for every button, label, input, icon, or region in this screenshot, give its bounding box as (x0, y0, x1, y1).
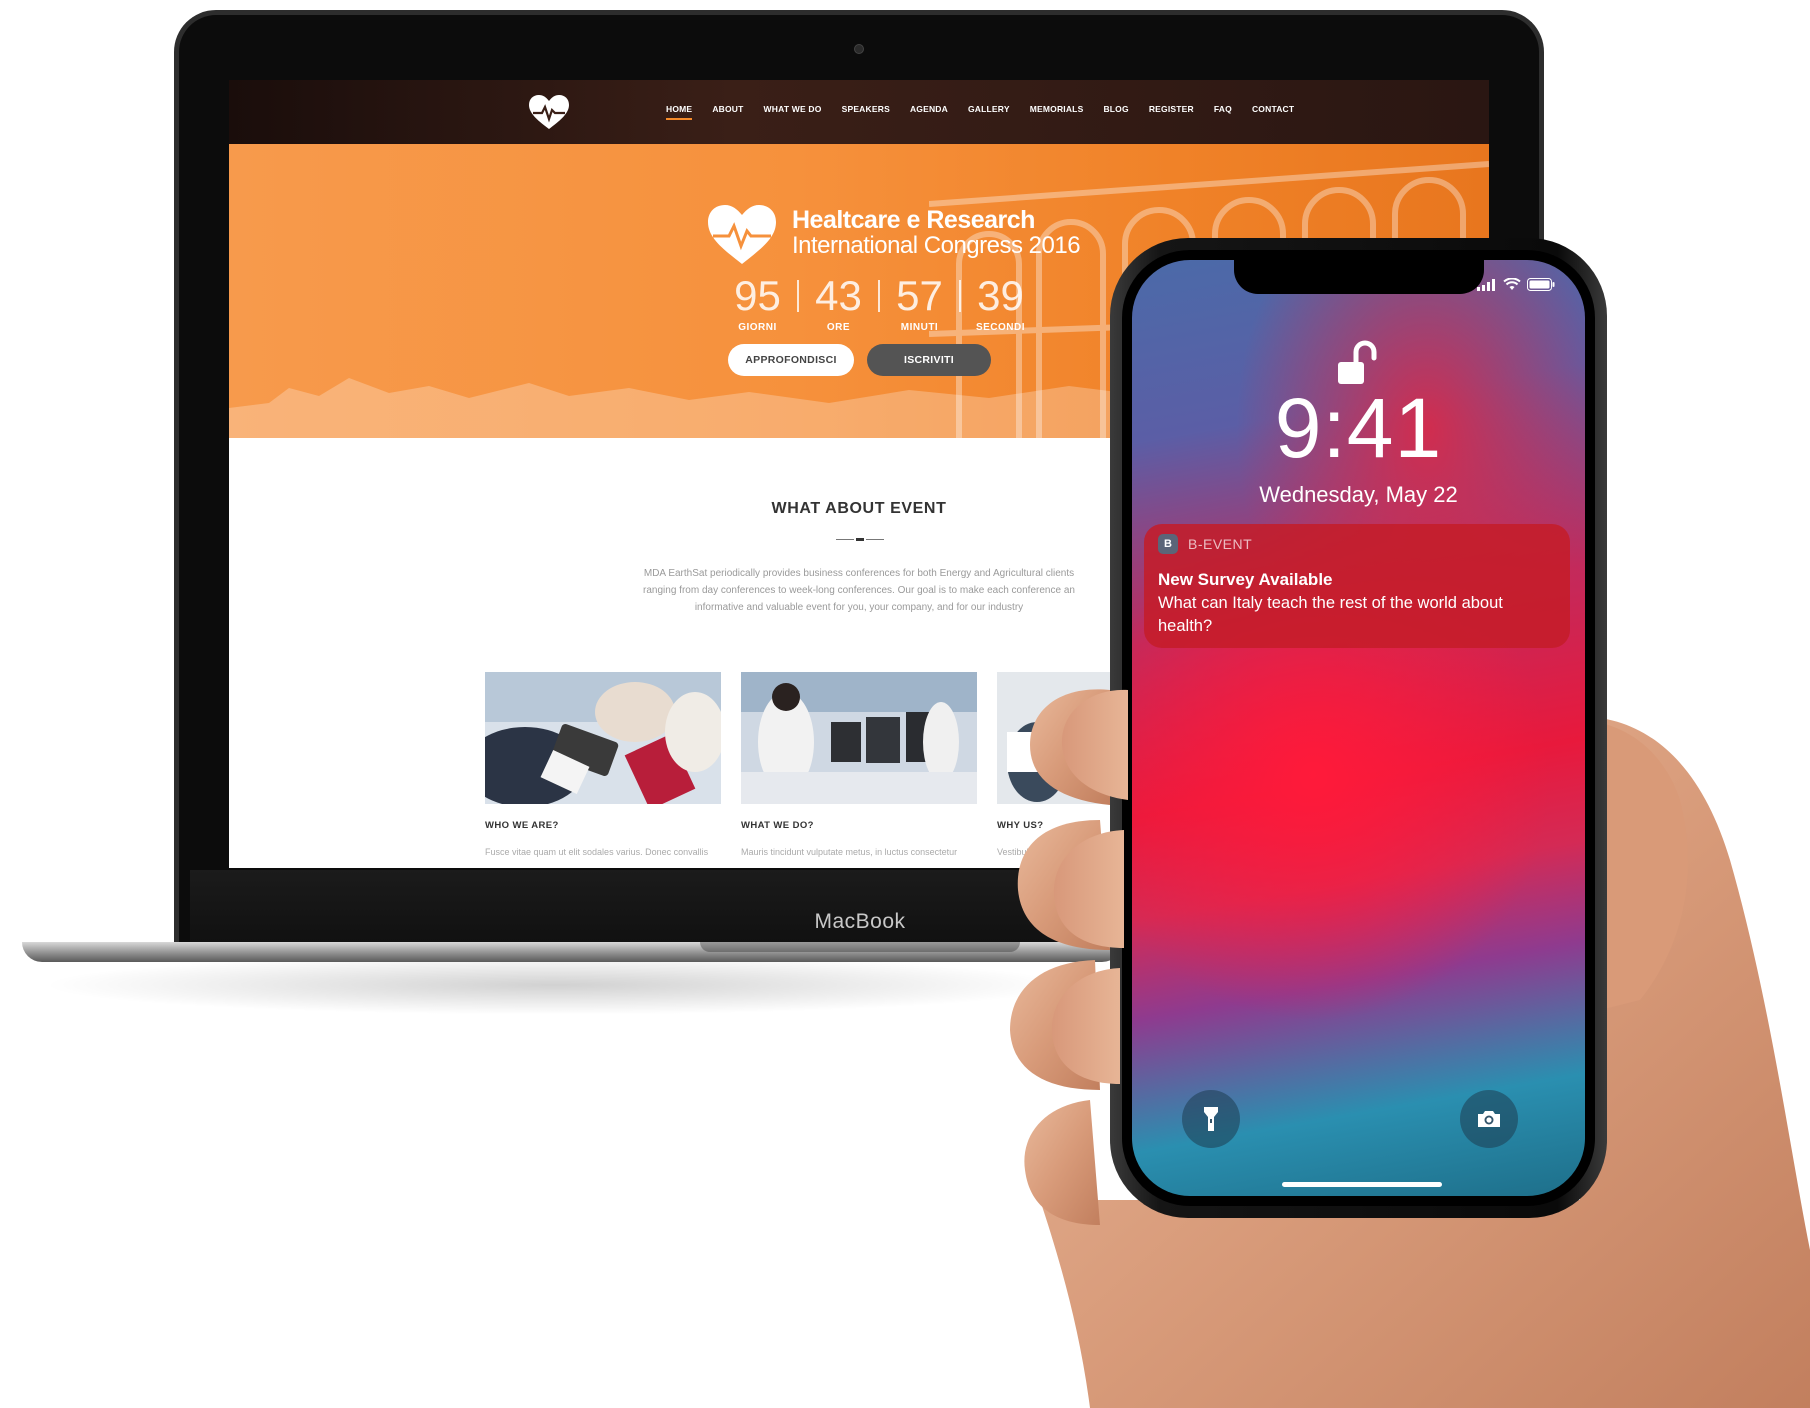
phone-notch (1234, 260, 1484, 294)
flashlight-icon (1204, 1107, 1218, 1131)
notification-title: New Survey Available (1158, 570, 1333, 589)
cellular-signal-icon (1477, 278, 1495, 291)
camera-icon (1478, 1111, 1500, 1127)
lock-screen-time: 9:41 (1274, 381, 1443, 475)
wifi-icon (1503, 278, 1521, 290)
lock-screen-date: Wednesday, May 22 (1259, 482, 1458, 507)
battery-icon (1527, 278, 1555, 291)
app-icon: B (1158, 534, 1178, 554)
iphone: 9:41 Wednesday, May 22 B B-EVENT New Sur… (1110, 238, 1607, 1218)
notification-app-name: B-EVENT (1188, 536, 1253, 552)
status-bar (1477, 278, 1555, 291)
home-indicator[interactable] (1282, 1182, 1442, 1187)
flashlight-button[interactable] (1182, 1090, 1240, 1148)
lock-screen: 9:41 Wednesday, May 22 B B-EVENT New Sur… (1132, 260, 1585, 1196)
notification-card[interactable]: B B-EVENT New Survey Available What can … (1144, 524, 1570, 648)
notification-body: What can Italy teach the rest of the wor… (1158, 594, 1503, 635)
phone-bezel: 9:41 Wednesday, May 22 B B-EVENT New Sur… (1122, 250, 1595, 1206)
notification-app-header: B B-EVENT (1158, 534, 1252, 554)
camera-button[interactable] (1460, 1090, 1518, 1148)
